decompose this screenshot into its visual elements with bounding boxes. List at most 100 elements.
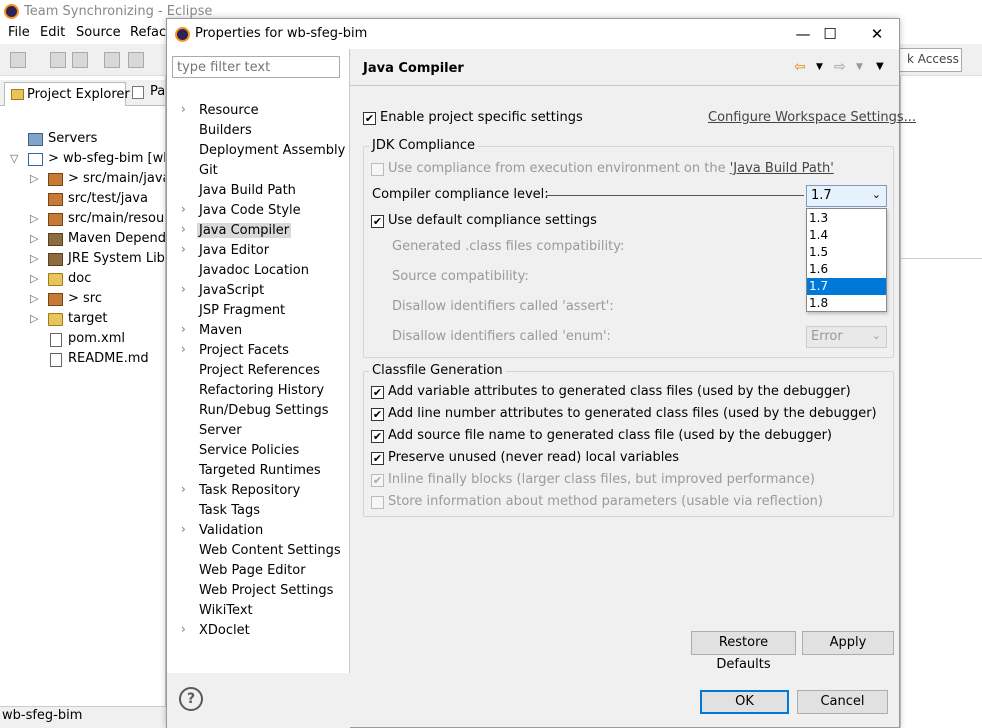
- compliance-option[interactable]: 1.5: [807, 244, 886, 261]
- tree-item[interactable]: Servers: [0, 130, 165, 150]
- compliance-option[interactable]: 1.7: [807, 278, 886, 295]
- nav-item[interactable]: Deployment Assembly: [167, 141, 350, 161]
- nav-item[interactable]: Builders: [167, 121, 350, 141]
- nav-item[interactable]: Javadoc Location: [167, 261, 350, 281]
- tree-item[interactable]: pom.xml: [0, 330, 165, 350]
- tree-item[interactable]: ▷ target: [0, 310, 165, 330]
- forward-menu-chevron-icon[interactable]: ▼: [856, 62, 863, 72]
- chevron-right-icon[interactable]: ›: [181, 282, 186, 296]
- nav-item[interactable]: › Resource: [167, 101, 350, 121]
- compliance-option[interactable]: 1.8: [807, 295, 886, 312]
- classfile-option-checkbox[interactable]: [371, 496, 384, 509]
- toolbar-icon[interactable]: [128, 52, 144, 68]
- new-icon[interactable]: [10, 52, 26, 68]
- tree-item[interactable]: ▷ > src/main/java: [0, 170, 165, 190]
- nav-item[interactable]: Server: [167, 421, 350, 441]
- chevron-right-icon[interactable]: ›: [181, 342, 186, 356]
- tree-item[interactable]: ▷ > src: [0, 290, 165, 310]
- nav-item[interactable]: Java Build Path: [167, 181, 350, 201]
- chevron-right-icon[interactable]: ›: [181, 322, 186, 336]
- nav-item[interactable]: Web Content Settings: [167, 541, 350, 561]
- chevron-right-icon[interactable]: ›: [181, 622, 186, 636]
- cancel-button[interactable]: Cancel: [797, 690, 888, 714]
- nav-item[interactable]: Web Page Editor: [167, 561, 350, 581]
- tab-package-explorer[interactable]: Pa: [130, 84, 165, 99]
- forward-arrow-icon[interactable]: ⇨: [834, 59, 846, 75]
- enable-specific-checkbox[interactable]: ✔: [363, 112, 376, 125]
- nav-item[interactable]: JSP Fragment: [167, 301, 350, 321]
- quick-access-field[interactable]: k Access: [898, 48, 962, 72]
- nav-item[interactable]: › XDoclet: [167, 621, 350, 641]
- ok-button[interactable]: OK: [700, 690, 789, 714]
- use-compliance-checkbox[interactable]: [371, 163, 384, 176]
- collapsed-arrow-icon[interactable]: ▷: [30, 292, 42, 305]
- nav-item[interactable]: Task Tags: [167, 501, 350, 521]
- compliance-option[interactable]: 1.4: [807, 227, 886, 244]
- configure-workspace-link[interactable]: Configure Workspace Settings...: [708, 110, 916, 125]
- compliance-option[interactable]: 1.3: [807, 210, 886, 227]
- enum-select[interactable]: Error ⌄: [806, 326, 887, 348]
- collapsed-arrow-icon[interactable]: ▷: [30, 312, 42, 325]
- filter-input[interactable]: [172, 56, 340, 78]
- classfile-option-checkbox[interactable]: ✔: [371, 452, 384, 465]
- collapsed-arrow-icon[interactable]: ▷: [30, 212, 42, 225]
- classfile-option-checkbox[interactable]: ✔: [371, 474, 384, 487]
- classfile-option-checkbox[interactable]: ✔: [371, 386, 384, 399]
- save-all-icon[interactable]: [72, 52, 88, 68]
- binary-icon[interactable]: [104, 52, 120, 68]
- tree-item[interactable]: ▷ Maven Depende: [0, 230, 165, 250]
- tree-item[interactable]: ▽ > wb-sfeg-bim [wb: [0, 150, 165, 170]
- close-icon[interactable]: ✕: [857, 21, 897, 47]
- menu-edit[interactable]: Edit: [40, 25, 65, 40]
- nav-item[interactable]: › JavaScript: [167, 281, 350, 301]
- use-default-checkbox[interactable]: ✔: [371, 215, 384, 228]
- chevron-right-icon[interactable]: ›: [181, 222, 186, 236]
- tree-item[interactable]: ▷ JRE System Libra: [0, 250, 165, 270]
- nav-item[interactable]: › Maven: [167, 321, 350, 341]
- nav-item[interactable]: Targeted Runtimes: [167, 461, 350, 481]
- tree-item[interactable]: ▷ src/main/resourc: [0, 210, 165, 230]
- apply-button[interactable]: Apply: [802, 631, 894, 655]
- save-icon[interactable]: [50, 52, 66, 68]
- nav-item[interactable]: WikiText: [167, 601, 350, 621]
- chevron-right-icon[interactable]: ›: [181, 522, 186, 536]
- tab-project-explorer[interactable]: Project Explorer: [4, 82, 130, 106]
- nav-item[interactable]: › Java Compiler: [167, 221, 350, 241]
- collapsed-arrow-icon[interactable]: ▷: [30, 232, 42, 245]
- tree-item[interactable]: README.md: [0, 350, 165, 370]
- classfile-option-checkbox[interactable]: ✔: [371, 430, 384, 443]
- nav-item[interactable]: › Task Repository: [167, 481, 350, 501]
- expanded-arrow-icon[interactable]: ▽: [10, 152, 22, 165]
- compliance-level-select[interactable]: 1.7 ⌄: [806, 185, 887, 207]
- collapsed-arrow-icon[interactable]: ▷: [30, 172, 42, 185]
- collapsed-arrow-icon[interactable]: ▷: [30, 252, 42, 265]
- nav-item[interactable]: › Validation: [167, 521, 350, 541]
- classfile-option-checkbox[interactable]: ✔: [371, 408, 384, 421]
- chevron-right-icon[interactable]: ›: [181, 482, 186, 496]
- restore-defaults-button[interactable]: Restore Defaults: [691, 631, 796, 672]
- chevron-right-icon[interactable]: ›: [181, 242, 186, 256]
- back-menu-chevron-icon[interactable]: ▼: [816, 62, 823, 72]
- compliance-option[interactable]: 1.6: [807, 261, 886, 278]
- nav-item[interactable]: Service Policies: [167, 441, 350, 461]
- menu-source[interactable]: Source: [76, 25, 121, 40]
- nav-item[interactable]: › Java Code Style: [167, 201, 350, 221]
- chevron-right-icon[interactable]: ›: [181, 102, 186, 116]
- nav-item[interactable]: › Project Facets: [167, 341, 350, 361]
- chevron-right-icon[interactable]: ›: [181, 202, 186, 216]
- collapsed-arrow-icon[interactable]: ▷: [30, 272, 42, 285]
- nav-item[interactable]: Project References: [167, 361, 350, 381]
- java-build-path-link[interactable]: 'Java Build Path': [730, 161, 834, 176]
- help-icon[interactable]: ?: [179, 687, 203, 711]
- tree-item[interactable]: src/test/java: [0, 190, 165, 210]
- back-arrow-icon[interactable]: ⇦: [794, 59, 806, 75]
- nav-item[interactable]: Web Project Settings: [167, 581, 350, 601]
- view-menu-icon[interactable]: ▼: [876, 61, 884, 72]
- maximize-icon[interactable]: ☐: [810, 21, 850, 47]
- nav-item[interactable]: › Java Editor: [167, 241, 350, 261]
- nav-item[interactable]: Run/Debug Settings: [167, 401, 350, 421]
- nav-item[interactable]: Refactoring History: [167, 381, 350, 401]
- menu-file[interactable]: File: [8, 25, 30, 40]
- tree-item[interactable]: ▷ doc: [0, 270, 165, 290]
- nav-item[interactable]: Git: [167, 161, 350, 181]
